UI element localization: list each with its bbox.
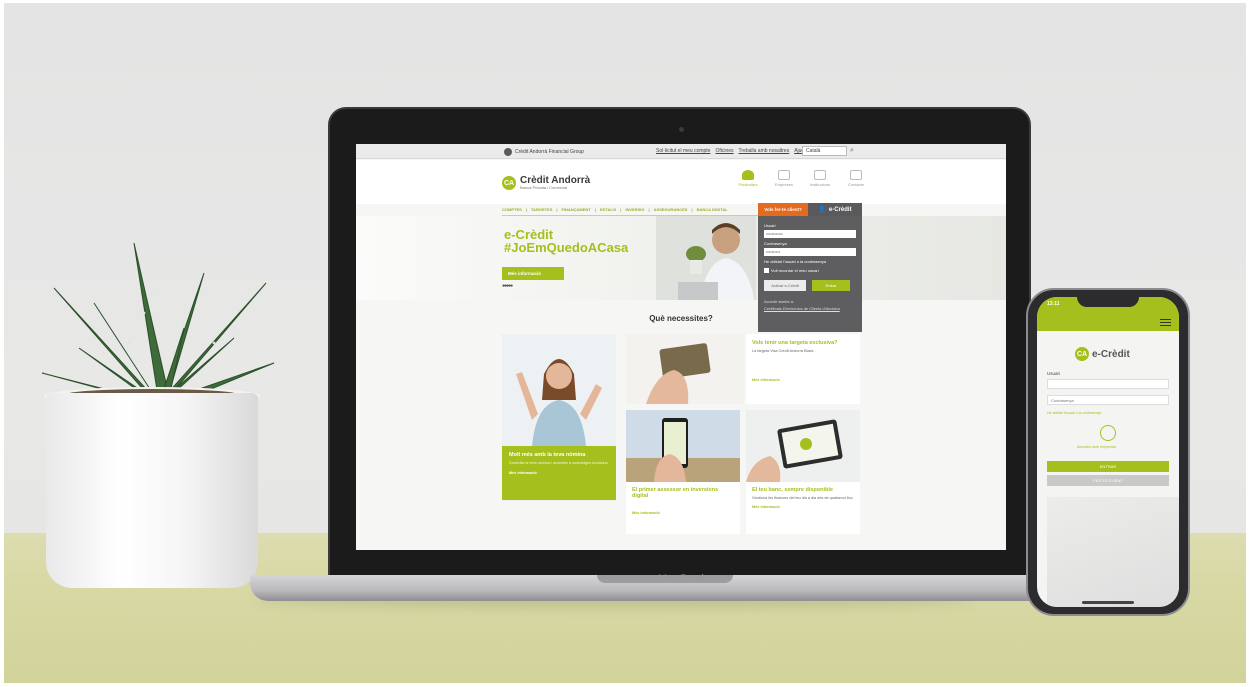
building-icon <box>814 170 826 180</box>
footer-intro: Accedir també a: <box>764 299 795 304</box>
site-topbar: Crèdit Andorrà Financial Group Sol·licit… <box>356 144 1006 159</box>
topbar-link[interactable]: Treballa amb nosaltres <box>739 148 790 154</box>
nav-item[interactable]: INVERSIÓ <box>625 207 644 212</box>
password-input[interactable]: •••••••••• <box>764 248 856 256</box>
segment-empreses[interactable]: Empreses <box>770 170 798 187</box>
topbar-link[interactable]: Sol·licitut el meu compte <box>656 148 710 154</box>
forgot-link[interactable]: He oblidat l'usuari o la contrasenya <box>764 259 856 264</box>
card-title: El teu banc, sempre disponible <box>752 487 833 493</box>
user-input[interactable] <box>1047 379 1169 389</box>
ecredit-tab[interactable]: 👤 e-Crèdit <box>808 203 862 216</box>
payroll-card[interactable]: Molt més amb la teva nòmina Domicilia la… <box>502 446 616 500</box>
segment-label: Contacte <box>847 182 864 187</box>
become-client-button[interactable]: Vols fer-te client? <box>758 203 808 216</box>
enter-button[interactable]: ENTRAR <box>1047 461 1169 472</box>
status-time: 13:11 <box>1047 301 1060 307</box>
credit-card-photo <box>626 334 744 404</box>
phone-in-hand-photo <box>626 410 740 482</box>
language-select[interactable]: Català <box>802 146 847 156</box>
hero-title-line: #JoEmQuedoACasa <box>504 240 629 255</box>
card-title: Vols tenir una targeta exclusiva? <box>752 340 838 346</box>
hero-banner: e-Crèdit #JoEmQuedoACasa Més informació … <box>356 216 1006 300</box>
checkbox-icon <box>764 268 769 273</box>
phone-notch <box>1077 295 1139 307</box>
hero-more-button[interactable]: Més informació <box>502 267 564 280</box>
app-logo-text: e-Crèdit <box>1092 348 1130 360</box>
nav-item[interactable]: ASSEGURANCES <box>654 207 688 212</box>
remember-label: Vull recordar el meu usuari <box>771 268 819 273</box>
card-title: Molt més amb la teva nòmina <box>509 452 586 458</box>
succulent-plant <box>41 242 275 407</box>
password-label: Contrasenya <box>764 241 787 246</box>
search-icon[interactable]: ⌕ <box>850 147 854 155</box>
section-title: Què necessites? <box>649 314 713 323</box>
brand-mark-icon: CA <box>502 176 516 190</box>
briefcase-icon <box>778 170 790 180</box>
login-footer: Accedir també a: Certificats Electrònics… <box>764 299 856 311</box>
laptop-screen: Crèdit Andorrà Financial Group Sol·licit… <box>356 144 1006 550</box>
user-label: Usuari <box>764 223 776 228</box>
group-name: Crèdit Andorrà Financial Group <box>515 149 584 155</box>
tablet-photo <box>746 410 860 482</box>
fingerprint-icon[interactable] <box>1100 425 1116 441</box>
app-background-graphic <box>1047 497 1179 607</box>
chat-icon <box>850 170 862 180</box>
more-link[interactable]: Més informació <box>752 505 854 509</box>
segment-label: Particulars <box>738 182 758 187</box>
person-icon <box>742 170 754 180</box>
topbar-link[interactable]: Oficines <box>715 148 733 154</box>
hero-pagination[interactable]: ●●●●● <box>502 283 513 289</box>
laptop-camera <box>679 127 684 132</box>
nav-item[interactable]: TARGETES <box>531 207 552 212</box>
activate-button[interactable]: Activar e-Crèdit <box>764 280 806 291</box>
brand-logo[interactable]: CA Crèdit Andorrà Banca Privada i Comerc… <box>502 176 590 190</box>
become-client-button[interactable]: FES-TE CLIENT <box>1047 475 1169 486</box>
fingerprint-hint: Accedeix amb empremta <box>1077 445 1116 449</box>
segment-contacte[interactable]: Contacte <box>842 170 870 187</box>
group-logo[interactable]: Crèdit Andorrà Financial Group <box>504 148 584 156</box>
user-input[interactable]: •••••••••••• <box>764 230 856 238</box>
white-flower-pot <box>46 393 258 588</box>
home-indicator <box>1082 601 1134 604</box>
card-text: Domicilia la teva nòmina i accedeix a av… <box>509 461 609 465</box>
hero-person-photo <box>656 216 756 300</box>
segment-label: Institucions <box>809 182 830 187</box>
user-label: Usuari <box>1047 371 1061 376</box>
more-link[interactable]: Més informació <box>632 511 734 515</box>
nav-item[interactable]: FINANÇAMENT <box>562 207 591 212</box>
nav-item[interactable]: ESTALVI <box>600 207 616 212</box>
hero-title: e-Crèdit #JoEmQuedoACasa <box>504 228 628 254</box>
nav-item[interactable]: COMPTES <box>502 207 522 212</box>
certificates-link[interactable]: Certificats Electrònics de Clients d'And… <box>764 306 856 311</box>
app-logo: CA e-Crèdit <box>1075 347 1130 361</box>
card-text: Gestiona les finances del teu dia a dia … <box>752 496 854 500</box>
card-title: El primer assessor en inversions digital <box>632 487 719 499</box>
site-header: CA Crèdit Andorrà Banca Privada i Comerc… <box>356 160 1006 204</box>
enter-button[interactable]: Entrar <box>812 280 850 291</box>
remember-checkbox[interactable]: Vull recordar el meu usuari <box>764 268 856 273</box>
segment-institucions[interactable]: Institucions <box>806 170 834 187</box>
product-photo: Crèdit Andorrà Financial Group Sol·licit… <box>4 3 1246 683</box>
password-input[interactable]: Contrasenya <box>1047 395 1169 405</box>
group-logo-icon <box>504 148 512 156</box>
hamburger-menu-icon[interactable] <box>1160 319 1171 326</box>
brand-name: Crèdit Andorrà <box>520 175 591 186</box>
digital-advisor-card[interactable]: El primer assessor en inversions digital… <box>626 482 740 534</box>
card-text: La targeta Visa Crèdit Andorrà Black. <box>752 349 815 353</box>
always-available-card[interactable]: El teu banc, sempre disponible Gestiona … <box>746 482 860 534</box>
phone-screen: 13:11 CA e-Crèdit Usuari Contrasenya He … <box>1037 297 1179 607</box>
user-icon: 👤 <box>818 207 826 213</box>
forgot-link[interactable]: He oblidat l'usuari o la contrasenya <box>1047 411 1101 415</box>
brand-mark-icon: CA <box>1075 347 1089 361</box>
laptop-brand-label: MacBook <box>658 573 708 585</box>
segment-particulars[interactable]: Particulars <box>734 170 762 187</box>
nav-item[interactable]: BANCA DIGITAL <box>697 207 728 212</box>
more-link[interactable]: Més informació <box>752 378 854 382</box>
topbar-links: Sol·licitut el meu compte Oficines Treba… <box>656 148 807 154</box>
segment-icons: Particulars Empreses Institucions Contac… <box>734 170 870 187</box>
segment-label: Empreses <box>774 182 793 187</box>
exclusive-card-card[interactable]: Vols tenir una targeta exclusiva? La tar… <box>746 334 860 404</box>
more-link[interactable]: Més informació <box>509 471 609 475</box>
ecredit-label: e-Crèdit <box>828 206 852 213</box>
